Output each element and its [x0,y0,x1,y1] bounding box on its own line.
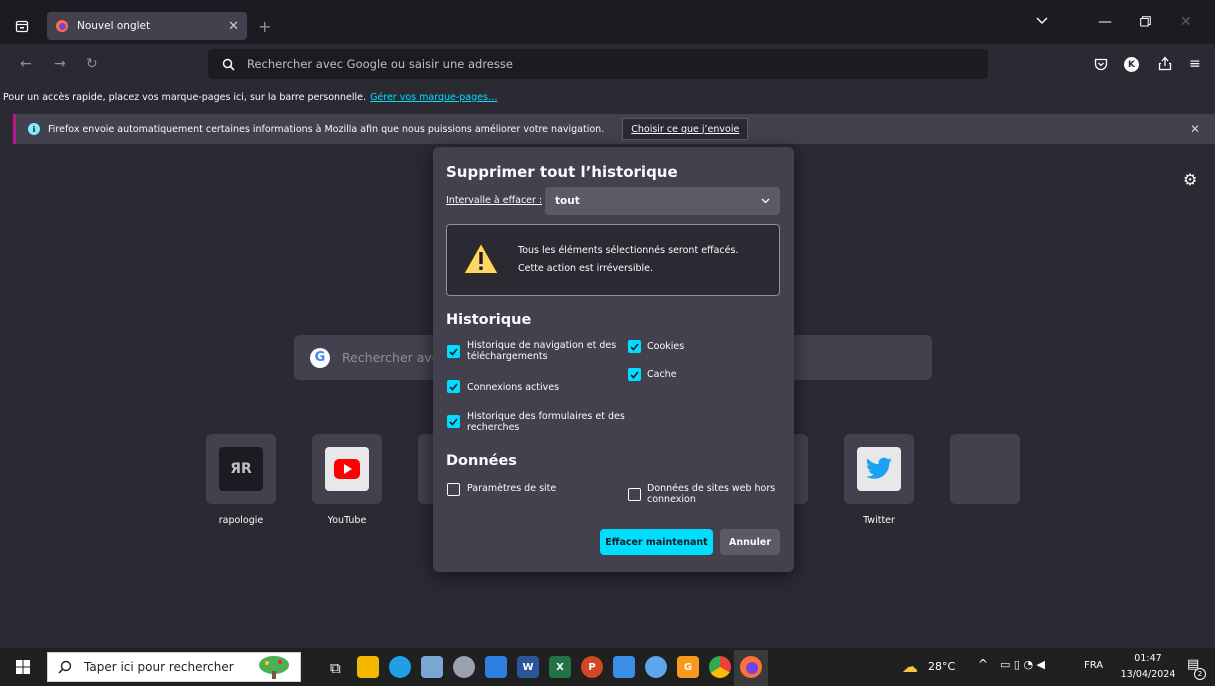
chrome-icon[interactable] [709,656,731,678]
form-history-label[interactable]: Historique des formulaires et des recher… [467,411,627,433]
range-select[interactable]: tout [545,187,780,215]
firefox-icon [55,19,69,33]
menu-icon[interactable]: ≡ [1189,56,1201,72]
forward-icon[interactable]: → [54,56,66,72]
offline-data-label[interactable]: Données de sites web hors connexion [647,483,782,505]
back-icon[interactable]: ← [20,56,32,72]
mail-icon[interactable] [613,656,635,678]
account-avatar-icon[interactable]: K [1124,57,1139,72]
tray-icons[interactable]: ▭ ▯ ◔ ◀ [1000,658,1045,671]
minimize-icon[interactable]: — [1098,14,1112,30]
nav-history-label[interactable]: Historique de navigation et des téléchar… [467,340,617,362]
clock-time[interactable]: 01:47 [1128,653,1168,664]
firefox-taskbar-icon[interactable] [740,656,762,678]
notification-bar: i Firefox envoie automatiquement certain… [13,114,1215,144]
tree-widget-icon[interactable] [254,654,294,680]
close-tab-icon[interactable]: ✕ [228,19,239,34]
weather-icon[interactable]: ☁ [902,657,918,676]
tab-new-tab[interactable]: Nouvel onglet ✕ [47,12,247,40]
cancel-button[interactable]: Annuler [720,529,780,555]
manage-bookmarks-link[interactable]: Gérer vos marque-pages… [370,92,497,103]
tile-youtube[interactable] [312,434,382,504]
close-notification-icon[interactable]: ✕ [1190,122,1200,136]
close-window-icon[interactable]: ✕ [1180,14,1192,30]
bookmarks-hint: Pour un accès rapide, placez vos marque-… [3,91,367,103]
data-section-title: Données [446,453,517,469]
notification-count-badge: 2 [1194,668,1206,680]
active-logins-checkbox[interactable] [447,380,460,393]
choose-data-button[interactable]: Choisir ce que j’envoie [622,118,749,140]
dialog-title: Supprimer tout l’historique [446,163,678,181]
url-bar[interactable]: Rechercher avec Google ou saisir une adr… [208,49,988,79]
nav-history-checkbox[interactable] [447,345,460,358]
notes-icon[interactable] [421,656,443,678]
new-tab-plus-icon[interactable]: + [258,17,271,36]
range-label: Intervalle à effacer : [446,195,543,206]
people-icon[interactable] [645,656,667,678]
site-settings-label[interactable]: Paramètres de site [467,483,556,494]
tile-twitter[interactable] [844,434,914,504]
clear-now-button[interactable]: Effacer maintenant [600,529,713,555]
weather-temp[interactable]: 28°C [928,660,955,673]
cookies-checkbox[interactable] [628,340,641,353]
warning-icon [463,242,499,275]
tile-label: YouTube [327,515,367,526]
app-icon[interactable] [453,656,475,678]
clear-history-dialog: Supprimer tout l’historique Intervalle à… [433,147,794,572]
excel-icon[interactable]: X [549,656,571,678]
show-hidden-icons-chevron-icon[interactable]: ^ [978,657,988,671]
taskbar-search-placeholder: Taper ici pour rechercher [84,660,234,674]
search-icon [222,58,235,71]
google-icon: G [310,347,330,368]
cookies-label[interactable]: Cookies [647,341,684,352]
warning-line-2: Cette action est irréversible. [518,263,654,274]
notification-text: Firefox envoie automatiquement certaines… [48,123,605,135]
rapologie-icon: ЯR [219,447,263,491]
powerpoint-icon[interactable]: P [581,656,603,678]
calendar-icon[interactable] [485,656,507,678]
site-settings-checkbox[interactable] [447,483,460,496]
taskbar-search-icon [58,660,72,674]
warning-line-1: Tous les éléments sélectionnés seront ef… [518,245,739,256]
cache-label[interactable]: Cache [647,369,677,380]
youtube-icon [325,447,369,491]
pocket-icon[interactable] [1094,58,1108,71]
active-logins-label[interactable]: Connexions actives [467,382,559,393]
range-value: tout [555,195,580,207]
edge-icon[interactable] [389,656,411,678]
word-icon[interactable]: W [517,656,539,678]
tab-list-icon[interactable] [14,18,30,34]
warning-box: Tous les éléments sélectionnés seront ef… [446,224,780,296]
cache-checkbox[interactable] [628,368,641,381]
tile-rapologie[interactable]: ЯR [206,434,276,504]
chevron-down-icon[interactable] [1036,17,1048,25]
tab-title: Nouvel onglet [77,20,151,32]
twitter-icon [857,447,901,491]
offline-data-checkbox[interactable] [628,488,641,501]
bookmarks-bar: Pour un accès rapide, placez vos marque-… [0,86,1215,108]
tile-label: Twitter [863,515,895,526]
info-icon: i [28,123,40,135]
history-section-title: Historique [446,312,532,328]
url-placeholder: Rechercher avec Google ou saisir une adr… [247,57,513,71]
share-icon[interactable] [1158,56,1172,71]
windows-start-icon[interactable] [16,660,30,674]
newtab-search-placeholder: Rechercher avec [342,350,447,365]
app-g-icon[interactable]: G [677,656,699,678]
tile-empty[interactable] [950,434,1020,504]
clock-date[interactable]: 13/04/2024 [1114,669,1182,680]
file-explorer-icon[interactable] [357,656,379,678]
language-indicator[interactable]: FRA [1084,660,1103,671]
chevron-down-icon [761,198,770,204]
tile-label: rapologie [218,515,264,526]
task-view-icon[interactable]: ⧉ [330,659,341,677]
reload-icon[interactable]: ↻ [86,56,98,72]
choose-data-label: Choisir ce que j’envoie [631,123,740,135]
restore-icon[interactable] [1140,16,1151,27]
form-history-checkbox[interactable] [447,415,460,428]
settings-gear-icon[interactable]: ⚙ [1183,170,1197,189]
